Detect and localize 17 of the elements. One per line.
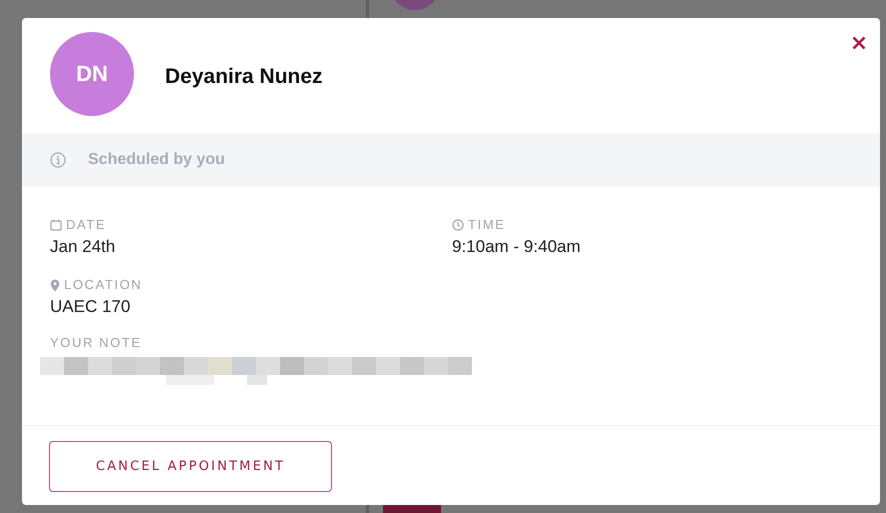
field-label: LOCATION [64, 277, 142, 293]
clock-icon [452, 219, 464, 231]
field-value: UAEC 170 [50, 297, 132, 317]
notice-text: Scheduled by you [88, 151, 225, 169]
avatar: DN [50, 32, 134, 116]
field-value: 9:10am - 9:40am [452, 237, 582, 257]
field-label: YOUR NOTE [50, 335, 142, 351]
location-pin-icon [50, 278, 60, 292]
cancel-appointment-button[interactable]: CANCEL APPOINTMENT [49, 441, 332, 492]
info-icon [50, 152, 66, 168]
contact-name: Deyanira Nunez [165, 65, 323, 89]
field-label: DATE [66, 217, 106, 233]
field-label: TIME [468, 217, 506, 233]
close-icon [852, 36, 866, 50]
close-button[interactable] [850, 34, 868, 52]
calendar-icon [50, 219, 62, 231]
field-value: Jan 24th [50, 237, 116, 257]
